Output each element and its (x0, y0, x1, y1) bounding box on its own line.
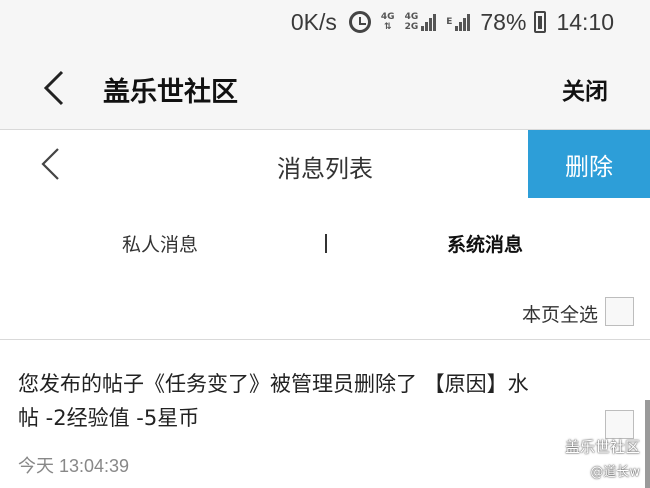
delete-button[interactable]: 删除 (528, 130, 650, 198)
select-all-row: 本页全选 (0, 286, 650, 340)
signal-4g-icon: 4G ⇅ (381, 12, 395, 32)
message-checkbox[interactable] (605, 410, 634, 439)
signal-e-icon: E (446, 17, 452, 27)
select-all-checkbox[interactable] (605, 297, 634, 326)
tab-system-messages[interactable]: 系统消息 (447, 230, 523, 257)
watermark-line1: 盖乐世社区 (564, 438, 640, 456)
scrollbar[interactable] (645, 400, 650, 488)
watermark-line2: @道长w (590, 465, 640, 480)
page-header: 消息列表 删除 (0, 130, 650, 198)
signal-bars-2-icon (454, 13, 471, 31)
message-text: 您发布的帖子《任务变了》被管理员删除了 【原因】水帖 -2经验值 -5星币 (18, 372, 529, 430)
net1-label: 4G (380, 12, 395, 22)
status-bar: 0K/s 4G ⇅ 4G 2G E 78% 14:10 (0, 0, 650, 44)
message-tabs: 私人消息 系统消息 (0, 198, 650, 286)
tab-private-messages[interactable]: 私人消息 (122, 230, 198, 257)
net2-label: 4G (404, 12, 419, 22)
signal-bars-icon (420, 13, 437, 31)
clock: 14:10 (556, 8, 614, 35)
select-all-label: 本页全选 (521, 304, 598, 326)
tab-separator (325, 234, 327, 253)
close-button[interactable]: 关闭 (562, 72, 608, 106)
app-title: 盖乐世社区 (103, 77, 238, 108)
back-arrow-icon[interactable] (38, 68, 72, 108)
net1-sub: ⇅ (383, 22, 392, 32)
network-speed: 0K/s (290, 8, 337, 35)
message-time: 今天 13:04:39 (18, 456, 130, 476)
battery-percent: 78% (480, 8, 527, 35)
signal-4g-2g-icon: 4G 2G (405, 12, 419, 32)
app-bar: 盖乐世社区 关闭 (0, 44, 650, 130)
list-item[interactable]: 您发布的帖子《任务变了》被管理员删除了 【原因】水帖 -2经验值 -5星币 今天… (0, 341, 650, 488)
net2-sub: 2G (404, 22, 419, 32)
watermark: 盖乐世社区 @道长w (565, 436, 640, 480)
net3-label: E (446, 17, 453, 27)
battery-icon (534, 11, 547, 33)
alarm-icon (348, 11, 371, 33)
